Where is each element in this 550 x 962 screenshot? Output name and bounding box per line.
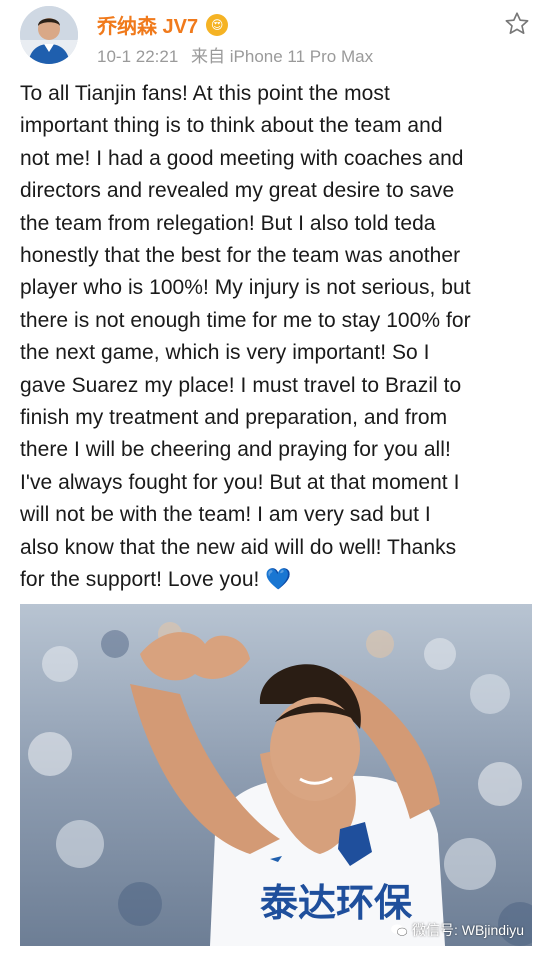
post-photo[interactable]: 泰达环保 微信号: WBjindiyu [20, 604, 532, 946]
username-text[interactable]: 乔纳森 JV7 [97, 10, 198, 39]
badge-icon: 😍 [206, 13, 229, 36]
avatar[interactable] [20, 6, 78, 64]
star-icon[interactable] [503, 10, 531, 38]
post-header: 乔纳森 JV7 😍 10-1 22:21 来自 iPhone 11 Pro Ma… [0, 0, 550, 68]
post-line: finish my treatment and preparation, and… [20, 406, 448, 430]
post-line: honestly that the best for the team was … [20, 244, 461, 268]
post-line: player who is 100%! My injury is not ser… [20, 276, 471, 300]
post-line: I've always fought for you! But at that … [20, 470, 460, 494]
post-line: the next game, which is very important! … [20, 341, 430, 365]
post-line: will not be with the team! I am very sad… [20, 503, 431, 527]
post-line: To all Tianjin fans! At this point the m… [20, 82, 390, 105]
heart-emoji: 💙 [265, 568, 292, 592]
post-text: To all Tianjin fans! At this point the m… [20, 78, 535, 597]
jersey-text: 泰达环保 [260, 881, 413, 925]
post-line: important thing is to think about the te… [20, 114, 443, 138]
post-time: 10-1 22:21 [97, 47, 179, 66]
post-line: the team from relegation! But I also tol… [20, 211, 436, 235]
post-meta: 10-1 22:21 来自 iPhone 11 Pro Max [97, 42, 373, 67]
photo-image: 泰达环保 [20, 604, 532, 946]
post-source: 来自 iPhone 11 Pro Max [191, 47, 374, 66]
post-line: also know that the new aid will do well!… [20, 535, 457, 559]
post-line: there I will be cheering and praying for… [20, 438, 451, 462]
post-line: there is not enough time for me to stay … [20, 308, 471, 332]
avatar-image [20, 6, 78, 64]
post-line: for the support! Love you! [20, 568, 266, 592]
wechat-icon [391, 924, 408, 936]
post-line: not me! I had a good meeting with coache… [20, 146, 464, 170]
watermark: 微信号: WBjindiyu [390, 920, 524, 940]
post-line: gave Suarez my place! I must travel to B… [20, 373, 462, 397]
post-line: directors and revealed my great desire t… [20, 179, 455, 203]
post-line-last: for the support! Love you! 💙 [20, 564, 535, 596]
watermark-text: 微信号: WBjindiyu [411, 922, 524, 938]
username[interactable]: 乔纳森 JV7 😍 [97, 10, 229, 39]
